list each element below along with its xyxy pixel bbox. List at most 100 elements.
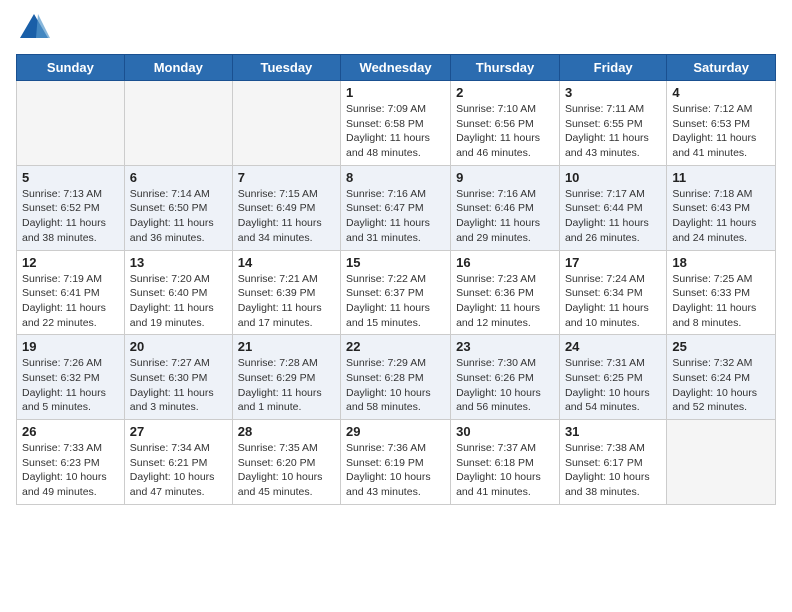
day-number: 23 [456,339,554,354]
day-number: 11 [672,170,770,185]
day-info: Sunrise: 7:35 AM Sunset: 6:20 PM Dayligh… [238,441,335,500]
weekday-header-thursday: Thursday [451,55,560,81]
calendar-cell: 11 Sunrise: 7:18 AM Sunset: 6:43 PM Dayli… [667,165,776,250]
calendar-cell: 17 Sunrise: 7:24 AM Sunset: 6:34 PM Dayli… [559,250,666,335]
calendar-week-row: 1 Sunrise: 7:09 AM Sunset: 6:58 PM Daylig… [17,81,776,166]
day-info: Sunrise: 7:24 AM Sunset: 6:34 PM Dayligh… [565,272,661,331]
day-info: Sunrise: 7:20 AM Sunset: 6:40 PM Dayligh… [130,272,227,331]
day-number: 30 [456,424,554,439]
day-info: Sunrise: 7:36 AM Sunset: 6:19 PM Dayligh… [346,441,445,500]
day-number: 15 [346,255,445,270]
day-number: 21 [238,339,335,354]
day-number: 22 [346,339,445,354]
day-number: 29 [346,424,445,439]
calendar-cell: 31 Sunrise: 7:38 AM Sunset: 6:17 PM Dayli… [559,420,666,505]
calendar-cell: 24Sunrise: 7:31 AM Sunset: 6:25 PM Dayli… [559,335,666,420]
day-number: 16 [456,255,554,270]
weekday-header-monday: Monday [124,55,232,81]
generalblue-logo-icon [16,10,52,46]
calendar-cell [667,420,776,505]
calendar-table: SundayMondayTuesdayWednesdayThursdayFrid… [16,54,776,505]
calendar-cell: 28 Sunrise: 7:35 AM Sunset: 6:20 PM Dayli… [232,420,340,505]
calendar-cell [124,81,232,166]
day-number: 18 [672,255,770,270]
calendar-cell: 30 Sunrise: 7:37 AM Sunset: 6:18 PM Dayli… [451,420,560,505]
day-info: Sunrise: 7:38 AM Sunset: 6:17 PM Dayligh… [565,441,661,500]
calendar-week-row: 19 Sunrise: 7:26 AM Sunset: 6:32 PM Dayli… [17,335,776,420]
calendar-cell: 19 Sunrise: 7:26 AM Sunset: 6:32 PM Dayli… [17,335,125,420]
day-number: 20 [130,339,227,354]
page: SundayMondayTuesdayWednesdayThursdayFrid… [0,0,792,612]
day-number: 28 [238,424,335,439]
calendar-cell: 1 Sunrise: 7:09 AM Sunset: 6:58 PM Daylig… [341,81,451,166]
day-info: Sunrise: 7:09 AM Sunset: 6:58 PM Dayligh… [346,102,445,161]
day-number: 1 [346,85,445,100]
logo [16,10,54,46]
day-number: 7 [238,170,335,185]
weekday-header-saturday: Saturday [667,55,776,81]
day-number: 19 [22,339,119,354]
calendar-cell: 25Sunrise: 7:32 AM Sunset: 6:24 PM Dayli… [667,335,776,420]
day-info: Sunrise: 7:30 AM Sunset: 6:26 PM Dayligh… [456,356,554,415]
calendar-cell: 9Sunrise: 7:16 AM Sunset: 6:46 PM Daylig… [451,165,560,250]
calendar-cell: 8 Sunrise: 7:16 AM Sunset: 6:47 PM Daylig… [341,165,451,250]
day-number: 12 [22,255,119,270]
day-info: Sunrise: 7:33 AM Sunset: 6:23 PM Dayligh… [22,441,119,500]
day-info: Sunrise: 7:14 AM Sunset: 6:50 PM Dayligh… [130,187,227,246]
day-info: Sunrise: 7:17 AM Sunset: 6:44 PM Dayligh… [565,187,661,246]
day-number: 13 [130,255,227,270]
weekday-header-friday: Friday [559,55,666,81]
calendar-cell: 10 Sunrise: 7:17 AM Sunset: 6:44 PM Dayli… [559,165,666,250]
day-number: 5 [22,170,119,185]
calendar-cell: 22 Sunrise: 7:29 AM Sunset: 6:28 PM Dayli… [341,335,451,420]
calendar-week-row: 12 Sunrise: 7:19 AM Sunset: 6:41 PM Dayli… [17,250,776,335]
calendar-week-row: 26 Sunrise: 7:33 AM Sunset: 6:23 PM Dayli… [17,420,776,505]
calendar-cell: 12 Sunrise: 7:19 AM Sunset: 6:41 PM Dayli… [17,250,125,335]
day-number: 2 [456,85,554,100]
day-info: Sunrise: 7:25 AM Sunset: 6:33 PM Dayligh… [672,272,770,331]
calendar-cell: 23 Sunrise: 7:30 AM Sunset: 6:26 PM Dayli… [451,335,560,420]
calendar-cell: 18 Sunrise: 7:25 AM Sunset: 6:33 PM Dayli… [667,250,776,335]
weekday-header-tuesday: Tuesday [232,55,340,81]
day-info: Sunrise: 7:29 AM Sunset: 6:28 PM Dayligh… [346,356,445,415]
day-number: 27 [130,424,227,439]
day-number: 8 [346,170,445,185]
day-info: Sunrise: 7:11 AM Sunset: 6:55 PM Dayligh… [565,102,661,161]
calendar-cell [232,81,340,166]
day-info: Sunrise: 7:12 AM Sunset: 6:53 PM Dayligh… [672,102,770,161]
day-info: Sunrise: 7:18 AM Sunset: 6:43 PM Dayligh… [672,187,770,246]
calendar-cell: 5 Sunrise: 7:13 AM Sunset: 6:52 PM Daylig… [17,165,125,250]
day-number: 26 [22,424,119,439]
day-number: 31 [565,424,661,439]
day-number: 14 [238,255,335,270]
day-number: 10 [565,170,661,185]
day-info: Sunrise: 7:34 AM Sunset: 6:21 PM Dayligh… [130,441,227,500]
day-number: 4 [672,85,770,100]
calendar-cell: 7 Sunrise: 7:15 AM Sunset: 6:49 PM Daylig… [232,165,340,250]
header [16,10,776,46]
calendar-cell [17,81,125,166]
calendar-cell: 21Sunrise: 7:28 AM Sunset: 6:29 PM Dayli… [232,335,340,420]
day-info: Sunrise: 7:19 AM Sunset: 6:41 PM Dayligh… [22,272,119,331]
day-info: Sunrise: 7:32 AM Sunset: 6:24 PM Dayligh… [672,356,770,415]
weekday-header-sunday: Sunday [17,55,125,81]
weekday-header-wednesday: Wednesday [341,55,451,81]
calendar-cell: 26 Sunrise: 7:33 AM Sunset: 6:23 PM Dayli… [17,420,125,505]
day-info: Sunrise: 7:13 AM Sunset: 6:52 PM Dayligh… [22,187,119,246]
day-info: Sunrise: 7:21 AM Sunset: 6:39 PM Dayligh… [238,272,335,331]
calendar-cell: 6Sunrise: 7:14 AM Sunset: 6:50 PM Daylig… [124,165,232,250]
day-info: Sunrise: 7:26 AM Sunset: 6:32 PM Dayligh… [22,356,119,415]
calendar-cell: 20Sunrise: 7:27 AM Sunset: 6:30 PM Dayli… [124,335,232,420]
day-number: 3 [565,85,661,100]
weekday-header-row: SundayMondayTuesdayWednesdayThursdayFrid… [17,55,776,81]
day-info: Sunrise: 7:15 AM Sunset: 6:49 PM Dayligh… [238,187,335,246]
day-info: Sunrise: 7:22 AM Sunset: 6:37 PM Dayligh… [346,272,445,331]
day-info: Sunrise: 7:37 AM Sunset: 6:18 PM Dayligh… [456,441,554,500]
day-number: 17 [565,255,661,270]
calendar-cell: 29 Sunrise: 7:36 AM Sunset: 6:19 PM Dayli… [341,420,451,505]
day-number: 24 [565,339,661,354]
day-info: Sunrise: 7:10 AM Sunset: 6:56 PM Dayligh… [456,102,554,161]
day-info: Sunrise: 7:16 AM Sunset: 6:47 PM Dayligh… [346,187,445,246]
calendar-cell: 2 Sunrise: 7:10 AM Sunset: 6:56 PM Daylig… [451,81,560,166]
calendar-cell: 13 Sunrise: 7:20 AM Sunset: 6:40 PM Dayli… [124,250,232,335]
